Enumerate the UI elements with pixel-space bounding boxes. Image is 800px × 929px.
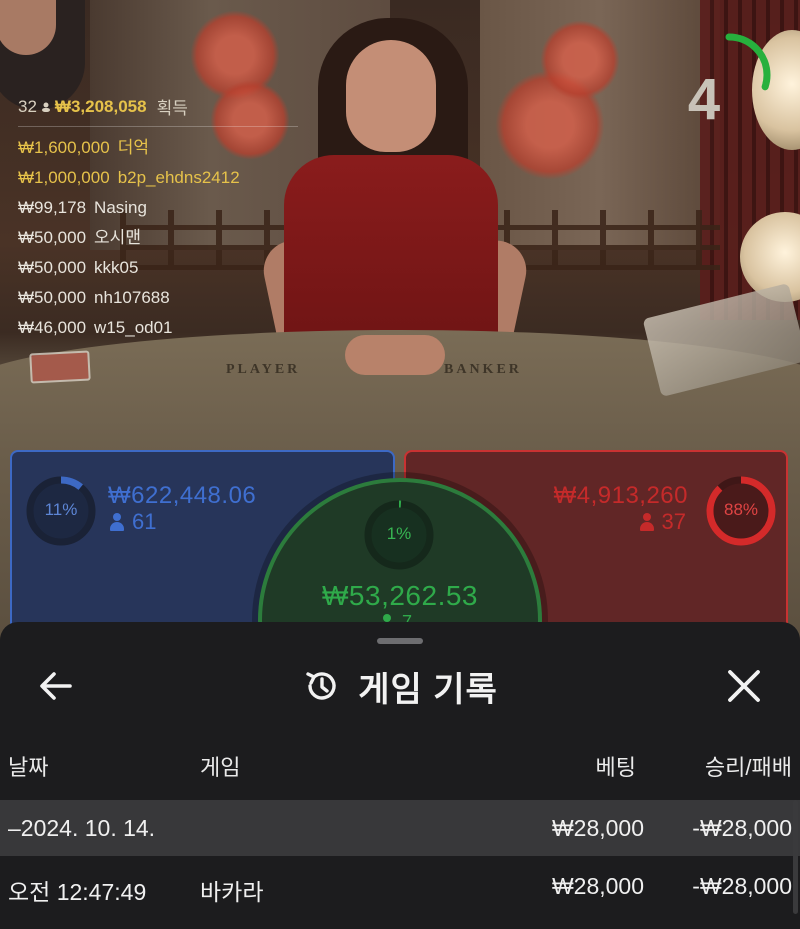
winner-row: ₩50,000 kkk05 <box>18 253 298 283</box>
tie-pool: ₩53,262.53 <box>322 580 478 611</box>
winner-name: b2p_ehdns2412 <box>117 168 240 187</box>
column-game: 게임 <box>200 755 241 780</box>
banker-pool: ₩4,913,260 <box>553 482 688 509</box>
winner-name: 더억 <box>117 138 149 157</box>
user-icon <box>639 513 654 531</box>
sheet-drag-handle[interactable] <box>377 638 423 644</box>
history-date-result: -₩28,000 <box>692 815 792 841</box>
history-result: -₩28,000 <box>692 873 792 899</box>
player-count: 61 <box>110 509 156 535</box>
column-result: 승리/패배 <box>704 755 792 780</box>
winners-total: ₩3,208,058 <box>54 96 147 116</box>
banker-count: 37 <box>639 509 686 535</box>
scrollbar[interactable] <box>793 800 798 914</box>
winner-amount: ₩99,178 <box>18 198 87 217</box>
winner-amount: ₩1,000,000 <box>18 168 110 187</box>
winner-name: kkk05 <box>94 258 139 277</box>
countdown-value: 4 <box>687 67 721 132</box>
game-history-sheet: 게임 기록 날짜 게임 베팅 승리/패배 –2024. 10. 14. ₩28,… <box>0 622 800 929</box>
dealer-dress <box>284 155 498 355</box>
user-icon <box>110 513 124 531</box>
history-date-bet: ₩28,000 <box>551 815 644 841</box>
history-game-row[interactable]: 오전 12:47:49 바카라 ₩28,000 -₩28,000 <box>0 858 800 914</box>
winner-row: ₩1,000,000 b2p_ehdns2412 <box>18 163 298 193</box>
winner-row: ₩46,000 w15_od01 <box>18 313 298 343</box>
history-clock-icon <box>306 672 336 700</box>
winner-row: ₩50,000 오시맨 <box>18 223 298 253</box>
player-percent: 11% <box>44 500 78 519</box>
winner-name: 오시맨 <box>94 228 141 247</box>
history-column-header: 날짜 게임 베팅 승리/패배 <box>0 750 800 794</box>
winners-list: 32 ₩3,208,058 획득 ₩1,600,000 더억 ₩1,000,000… <box>18 94 298 343</box>
winner-amount: ₩46,000 <box>18 318 87 337</box>
winner-amount: ₩50,000 <box>18 258 87 277</box>
column-bet: 베팅 <box>595 755 636 780</box>
sheet-title: 게임 기록 <box>358 670 498 709</box>
winner-name: Nasing <box>94 198 147 217</box>
history-date: –2024. 10. 14. <box>8 815 156 841</box>
winner-amount: ₩50,000 <box>18 288 87 307</box>
column-date: 날짜 <box>8 755 49 780</box>
banker-count-value: 37 <box>661 509 686 534</box>
winner-name: w15_od01 <box>94 318 173 337</box>
winner-amount: ₩1,600,000 <box>18 138 110 157</box>
history-date-row: –2024. 10. 14. ₩28,000 -₩28,000 <box>0 800 800 856</box>
sheet-header: 게임 기록 <box>0 658 800 714</box>
person-icon <box>41 102 50 112</box>
winners-label: 획득 <box>156 99 188 118</box>
dealer-face <box>346 40 436 152</box>
history-time: 오전 12:47:49 <box>8 879 147 905</box>
winner-row: ₩99,178 Nasing <box>18 193 298 223</box>
close-icon[interactable] <box>722 664 766 708</box>
table-print-player: PLAYER <box>226 362 301 377</box>
history-bet: ₩28,000 <box>551 873 644 899</box>
player-count-value: 61 <box>132 509 157 534</box>
blossom-decoration <box>540 20 620 100</box>
table-print-banker: BANKER <box>444 362 522 377</box>
winner-name: nh107688 <box>94 288 170 307</box>
player-pool: ₩622,448.06 <box>108 482 257 509</box>
history-game-name: 바카라 <box>200 879 264 905</box>
tie-percent: 1% <box>386 524 412 543</box>
winner-row: ₩1,600,000 더억 <box>18 133 298 163</box>
winners-header: 32 ₩3,208,058 획득 <box>18 94 298 127</box>
back-arrow-icon[interactable] <box>34 664 78 708</box>
winner-amount: ₩50,000 <box>18 228 87 247</box>
winner-count: 32 <box>18 96 37 116</box>
winner-row: ₩50,000 nh107688 <box>18 283 298 313</box>
dealer-hands <box>345 335 445 375</box>
sheet-title-group: 게임 기록 <box>0 658 800 714</box>
banker-percent: 88% <box>723 500 759 519</box>
card-stack <box>29 350 91 384</box>
